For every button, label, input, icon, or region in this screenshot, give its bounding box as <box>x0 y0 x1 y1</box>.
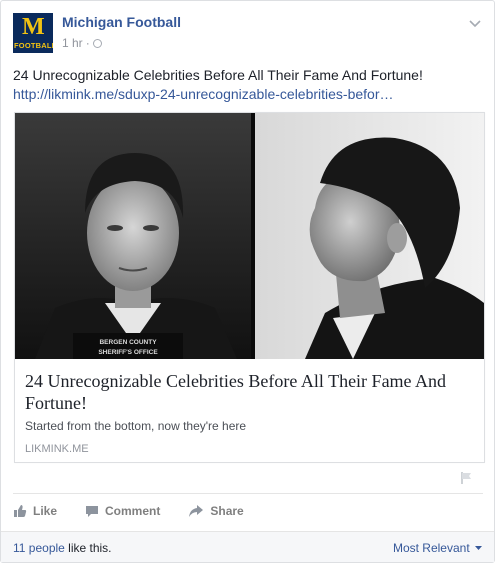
likes-people-link[interactable]: 11 people <box>13 541 65 555</box>
post-timestamp[interactable]: 1 hr <box>62 36 83 50</box>
actions-divider <box>13 493 483 494</box>
comment-sort-label: Most Relevant <box>392 541 470 555</box>
action-bar: Like Comment Share <box>13 501 272 521</box>
flag-icon[interactable] <box>460 471 474 485</box>
comment-label: Comment <box>105 504 161 518</box>
share-button[interactable]: Share <box>188 504 244 518</box>
like-button[interactable]: Like <box>13 504 57 518</box>
comment-sort-dropdown[interactable]: Most Relevant <box>393 541 482 555</box>
post-message: 24 Unrecognizable Celebrities Before All… <box>13 67 423 83</box>
comment-button[interactable]: Comment <box>85 504 160 518</box>
comment-icon <box>86 506 99 517</box>
link-preview-card[interactable]: BERGEN COUNTY SHERIFF'S OFFICE 24 Unreco… <box>14 112 485 463</box>
logo-text: FOOTBALL <box>14 41 53 50</box>
card-description: Started from the bottom, now they're her… <box>25 419 247 433</box>
post-link[interactable]: http://likmink.me/sduxp-24-unrecognizabl… <box>13 85 483 104</box>
likes-summary-bar: 11 people like this. Most Relevant <box>1 531 494 562</box>
logo-letter: M <box>22 14 45 40</box>
meta-separator: · <box>85 36 90 50</box>
globe-icon[interactable] <box>92 38 102 48</box>
post-header: M FOOTBALL Michigan Football 1 hr · <box>13 13 483 55</box>
chevron-down-icon[interactable] <box>467 15 483 31</box>
like-icon <box>14 505 27 517</box>
svg-text:BERGEN COUNTY: BERGEN COUNTY <box>99 339 157 346</box>
like-label: Like <box>33 504 58 518</box>
share-icon <box>189 505 204 517</box>
share-label: Share <box>210 504 244 518</box>
post-meta: 1 hr · <box>62 36 102 50</box>
likes-suffix: like this. <box>64 541 112 555</box>
card-domain: LIKMINK.ME <box>25 443 89 455</box>
likes-count-text: 11 people like this. <box>13 541 112 555</box>
mugshot-photo[interactable]: BERGEN COUNTY SHERIFF'S OFFICE <box>15 113 484 359</box>
card-title[interactable]: 24 Unrecognizable Celebrities Before All… <box>25 370 473 414</box>
caret-down-icon <box>475 546 482 551</box>
svg-text:SHERIFF'S OFFICE: SHERIFF'S OFFICE <box>98 349 158 356</box>
page-name-link[interactable]: Michigan Football <box>62 14 181 30</box>
feed-post: M FOOTBALL Michigan Football 1 hr · 24 U… <box>0 0 495 563</box>
page-avatar[interactable]: M FOOTBALL <box>13 13 53 53</box>
